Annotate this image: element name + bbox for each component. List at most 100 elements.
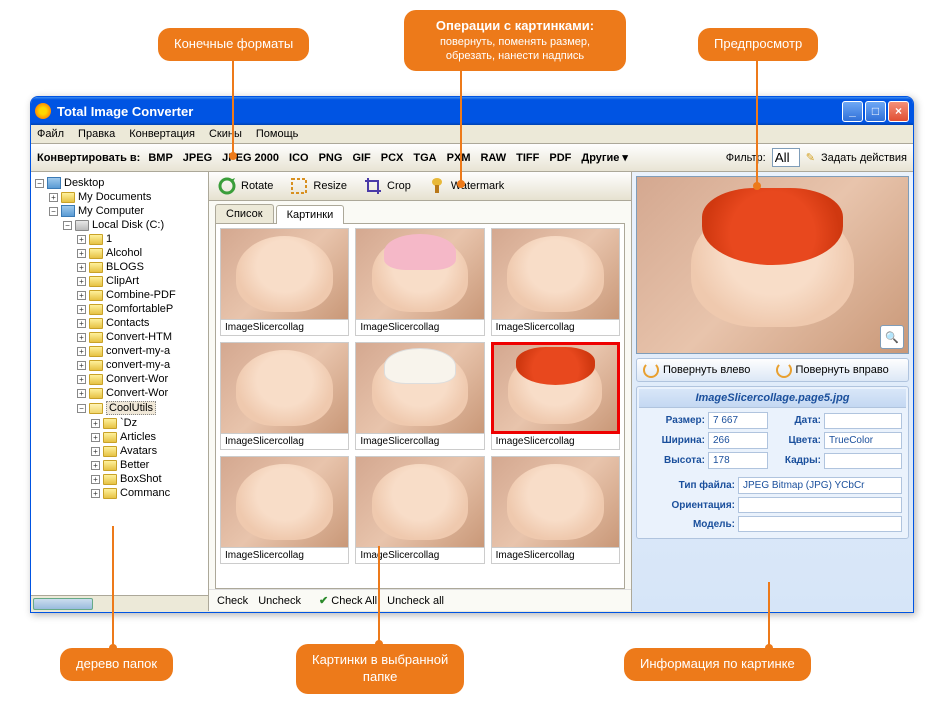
- menu-help[interactable]: Помощь: [256, 128, 299, 140]
- thumbnail[interactable]: ImageSlicercollag: [491, 228, 620, 336]
- fmt-gif[interactable]: GIF: [350, 152, 372, 164]
- tab-list[interactable]: Список: [215, 204, 274, 223]
- folder-icon: [103, 418, 117, 429]
- folder-icon: [89, 332, 103, 343]
- center-panel: Rotate Resize Crop Watermark Список Карт…: [209, 172, 631, 611]
- thumbnail[interactable]: ImageSlicercollag: [220, 342, 349, 450]
- tree-docs[interactable]: +My Documents: [33, 190, 206, 204]
- desktop-icon: [47, 177, 61, 189]
- tree-folder[interactable]: +Contacts: [33, 316, 206, 330]
- label-width: Ширина:: [643, 435, 705, 446]
- fmt-tiff[interactable]: TIFF: [514, 152, 541, 164]
- op-watermark[interactable]: Watermark: [427, 176, 504, 196]
- callout-preview: Предпросмотр: [698, 28, 818, 61]
- convert-label: Конвертировать в:: [37, 152, 140, 164]
- thumbnail-selected[interactable]: ImageSlicercollag: [491, 342, 620, 450]
- op-crop[interactable]: Crop: [363, 176, 411, 196]
- tree-folder[interactable]: +Commanс: [33, 486, 206, 500]
- tab-pictures[interactable]: Картинки: [276, 205, 345, 224]
- set-actions[interactable]: Задать действия: [821, 152, 907, 164]
- fmt-jpeg[interactable]: JPEG: [181, 152, 214, 164]
- fmt-raw[interactable]: RAW: [478, 152, 508, 164]
- uncheckall-btn[interactable]: Uncheck all: [387, 595, 444, 607]
- tree-folder[interactable]: +convert-my-a: [33, 358, 206, 372]
- tree-drive[interactable]: −Local Disk (C:): [33, 218, 206, 232]
- folder-icon: [89, 234, 103, 245]
- callout-ops: Операции с картинками: повернуть, поменя…: [404, 10, 626, 71]
- fmt-more[interactable]: Другие ▾: [579, 151, 630, 164]
- tree-folder[interactable]: +BLOGS: [33, 260, 206, 274]
- tree-hscrollbar[interactable]: [31, 595, 208, 611]
- uncheck-btn[interactable]: Uncheck: [258, 595, 301, 607]
- zoom-button[interactable]: 🔍: [880, 325, 904, 349]
- folder-icon: [89, 360, 103, 371]
- check-icon: ✔: [319, 595, 328, 607]
- tree-folder[interactable]: +Convert-HTM: [33, 330, 206, 344]
- close-button[interactable]: ×: [888, 101, 909, 122]
- tree-folder[interactable]: +Better: [33, 458, 206, 472]
- menu-skins[interactable]: Скины: [209, 128, 242, 140]
- checkall-btn[interactable]: Check All: [331, 595, 377, 607]
- fmt-tga[interactable]: TGA: [411, 152, 438, 164]
- tree-computer[interactable]: −My Computer: [33, 204, 206, 218]
- thumbnail[interactable]: ImageSlicercollag: [491, 456, 620, 564]
- thumbnail[interactable]: ImageSlicercollag: [355, 456, 484, 564]
- tree-folder[interactable]: +Articles: [33, 430, 206, 444]
- tree-coolutils[interactable]: −CoolUtils: [33, 400, 206, 416]
- thumbnail[interactable]: ImageSlicercollag: [220, 228, 349, 336]
- folder-icon: [89, 374, 103, 385]
- fmt-ico[interactable]: ICO: [287, 152, 311, 164]
- tree-desktop[interactable]: −Desktop: [33, 176, 206, 190]
- tree-folder[interactable]: +ComfortableР: [33, 302, 206, 316]
- callout-tree: дерево папок: [60, 648, 173, 681]
- fmt-bmp[interactable]: BMP: [146, 152, 174, 164]
- tree-folder[interactable]: +Convert-Wor: [33, 386, 206, 400]
- tree-folder[interactable]: +Combine-PDF: [33, 288, 206, 302]
- tree-folder[interactable]: +Avatars: [33, 444, 206, 458]
- main-window: Total Image Converter _ □ × Файл Правка …: [30, 96, 914, 613]
- tree-folder[interactable]: +ClipArt: [33, 274, 206, 288]
- tree-folder[interactable]: +convert-my-a: [33, 344, 206, 358]
- value-height: 178: [708, 452, 768, 469]
- thumbnail[interactable]: ImageSlicercollag: [355, 342, 484, 450]
- thumbnail[interactable]: ImageSlicercollag: [220, 456, 349, 564]
- fmt-pcx[interactable]: PCX: [379, 152, 406, 164]
- label-height: Высота:: [643, 455, 705, 466]
- operations-bar: Rotate Resize Crop Watermark: [209, 172, 631, 201]
- fmt-png[interactable]: PNG: [317, 152, 345, 164]
- folder-open-icon: [89, 403, 103, 414]
- folder-tree[interactable]: −Desktop +My Documents −My Computer −Loc…: [31, 172, 208, 595]
- preview-image: 🔍: [636, 176, 909, 354]
- view-tabs: Список Картинки: [209, 201, 631, 223]
- tree-folder[interactable]: +Alcohol: [33, 246, 206, 260]
- tree-folder[interactable]: +1: [33, 232, 206, 246]
- menu-convert[interactable]: Конвертация: [129, 128, 195, 140]
- titlebar[interactable]: Total Image Converter _ □ ×: [31, 97, 913, 125]
- value-orientation: [738, 497, 902, 513]
- folder-icon: [89, 290, 103, 301]
- fmt-pxm[interactable]: PXM: [445, 152, 473, 164]
- op-resize[interactable]: Resize: [289, 176, 347, 196]
- op-rotate[interactable]: Rotate: [217, 176, 273, 196]
- tree-folder[interactable]: +BoxShot: [33, 472, 206, 486]
- rotate-right-button[interactable]: Повернуть вправо: [776, 362, 903, 378]
- tree-folder[interactable]: +`Dz: [33, 416, 206, 430]
- menu-file[interactable]: Файл: [37, 128, 64, 140]
- check-btn[interactable]: Check: [217, 595, 248, 607]
- menu-edit[interactable]: Правка: [78, 128, 115, 140]
- thumbnails-grid: ImageSlicercollag ImageSlicercollag Imag…: [215, 223, 625, 589]
- pointer: [112, 526, 114, 648]
- resize-icon: [289, 176, 309, 196]
- minimize-button[interactable]: _: [842, 101, 863, 122]
- filter-input[interactable]: [772, 148, 800, 167]
- maximize-button[interactable]: □: [865, 101, 886, 122]
- rotate-left-button[interactable]: Повернуть влево: [643, 362, 770, 378]
- folder-icon: [103, 446, 117, 457]
- value-colors: TrueColor: [824, 432, 902, 449]
- tree-folder[interactable]: +Convert-Wor: [33, 372, 206, 386]
- thumbnail[interactable]: ImageSlicercollag: [355, 228, 484, 336]
- label-frames: Кадры:: [771, 455, 821, 466]
- fmt-pdf[interactable]: PDF: [547, 152, 573, 164]
- folder-icon: [89, 388, 103, 399]
- window-title: Total Image Converter: [57, 104, 842, 119]
